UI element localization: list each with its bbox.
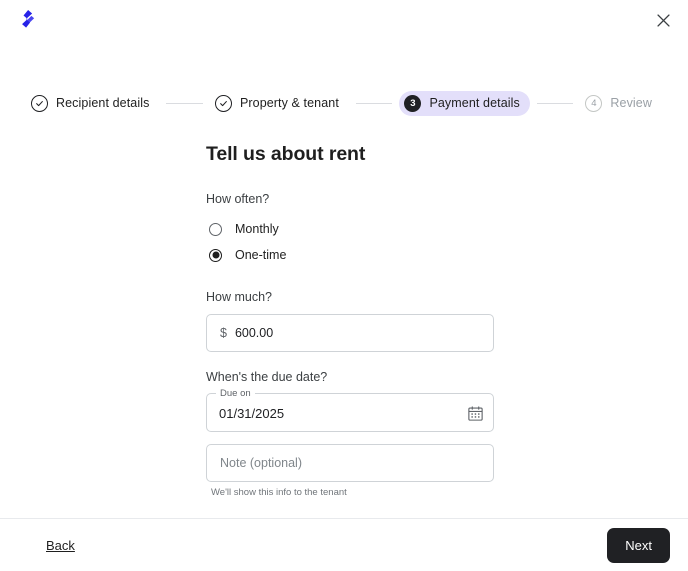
payment-form: Tell us about rent How often? Monthly On… <box>206 126 494 498</box>
note-input[interactable]: Note (optional) <box>206 444 494 482</box>
amount-value: 600.00 <box>234 326 274 340</box>
due-date-field[interactable]: Due on 01/31/2025 <box>206 389 494 432</box>
step-review[interactable]: 4 Review <box>580 91 662 116</box>
progress-stepper: Recipient details Property & tenant 3 Pa… <box>0 80 688 126</box>
calendar-icon[interactable] <box>467 405 484 422</box>
radio-monthly-icon[interactable] <box>209 222 222 236</box>
note-helper-text: We'll show this info to the tenant <box>211 487 347 498</box>
payment-details-modal: Recipient details Property & tenant 3 Pa… <box>0 0 688 571</box>
check-circle-icon <box>31 94 48 112</box>
step-label: Property & tenant <box>239 96 339 110</box>
amount-label: How much? <box>206 290 272 304</box>
step-connector <box>166 102 203 104</box>
radio-label: Monthly <box>235 222 279 236</box>
amount-input[interactable]: $ 600.00 <box>206 314 494 352</box>
modal-header <box>0 0 688 44</box>
due-date-value: 01/31/2025 <box>219 405 285 421</box>
brand-logo-icon <box>22 10 35 28</box>
step-recipient-details[interactable]: Recipient details <box>26 91 159 116</box>
step-label: Review <box>610 96 652 110</box>
due-date-label: When's the due date? <box>206 370 328 384</box>
next-button[interactable]: Next <box>607 527 670 563</box>
modal-footer: Back Next <box>0 518 688 571</box>
step-connector <box>536 102 574 104</box>
radio-one-time-icon[interactable] <box>209 248 222 262</box>
step-connector <box>355 102 393 104</box>
radio-option-monthly[interactable]: Monthly <box>206 216 494 242</box>
step-property-tenant[interactable]: Property & tenant <box>210 91 349 116</box>
radio-label: One-time <box>235 248 287 262</box>
step-number-badge: 3 <box>404 94 422 112</box>
back-button[interactable]: Back <box>44 534 77 557</box>
step-label: Payment details <box>429 96 520 110</box>
close-button[interactable] <box>651 8 675 32</box>
note-placeholder: Note (optional) <box>220 456 302 470</box>
check-circle-icon <box>214 94 232 112</box>
close-icon <box>656 13 670 27</box>
modal-body: Tell us about rent How often? Monthly On… <box>0 126 688 518</box>
frequency-label: How often? <box>206 192 270 206</box>
frequency-radio-group: Monthly One-time <box>206 216 494 268</box>
step-payment-details[interactable]: 3 Payment details <box>399 90 530 116</box>
radio-option-one-time[interactable]: One-time <box>206 242 494 268</box>
step-label: Recipient details <box>56 96 150 110</box>
currency-symbol: $ <box>220 326 227 340</box>
step-number-badge: 4 <box>585 94 603 112</box>
page-title: Tell us about rent <box>206 143 366 165</box>
